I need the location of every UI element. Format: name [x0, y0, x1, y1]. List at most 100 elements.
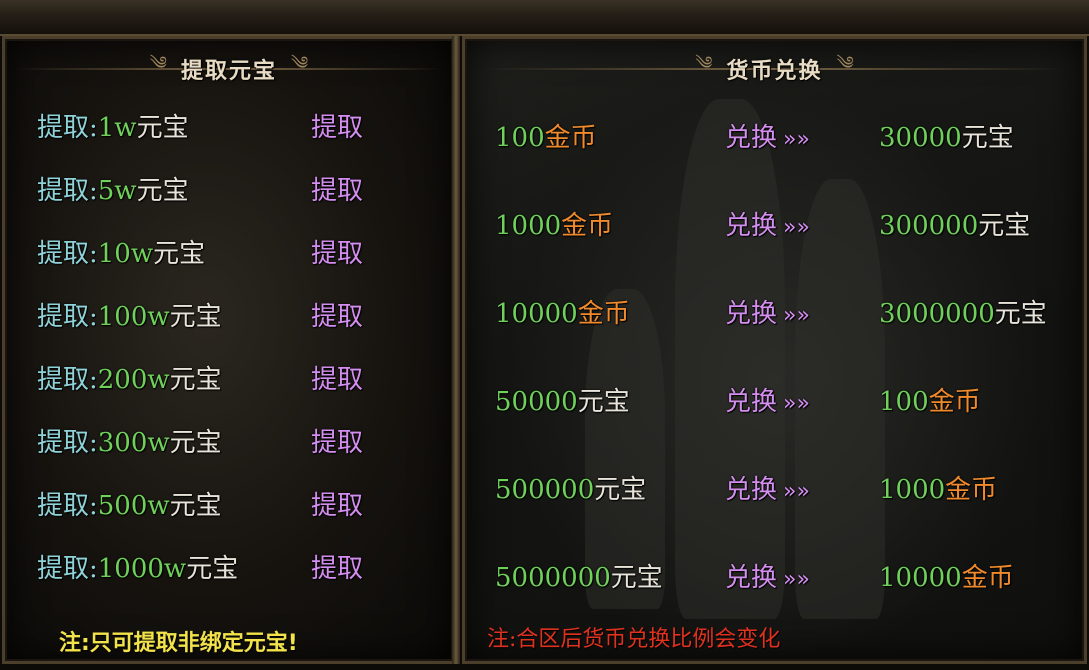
arrow-right-icon: »» — [783, 303, 810, 328]
exchange-to-unit: 金币 — [928, 387, 981, 417]
exchange-note: 注:合区后货币兑换比例会变化 — [487, 627, 781, 652]
withdraw-row: 提取:1000w元宝 提取 — [5, 548, 445, 588]
withdraw-row: 提取:100w元宝 提取 — [5, 296, 445, 336]
withdraw-amount-label: 提取:200w元宝 — [37, 359, 222, 396]
exchange-from-amount: 100 — [495, 123, 545, 153]
exchange-button[interactable]: 兑换»» — [725, 381, 810, 418]
withdraw-amount-label: 提取:300w元宝 — [37, 422, 222, 459]
withdraw-unit: 元宝 — [169, 365, 222, 395]
exchange-from-label: 100金币 — [495, 117, 597, 154]
withdraw-prefix: 提取: — [37, 113, 98, 143]
exchange-from-amount: 5000000 — [495, 563, 611, 593]
withdraw-amount: 1w — [97, 113, 137, 143]
withdraw-amount: 10w — [97, 239, 154, 269]
withdraw-prefix: 提取: — [37, 365, 98, 395]
arrow-right-icon: »» — [783, 127, 810, 152]
withdraw-amount: 5w — [97, 176, 137, 206]
withdraw-button[interactable]: 提取 — [311, 485, 363, 522]
withdraw-button[interactable]: 提取 — [311, 170, 363, 207]
exchange-button-label: 兑换 — [725, 387, 778, 417]
withdraw-row: 提取:500w元宝 提取 — [5, 485, 445, 525]
exchange-button[interactable]: 兑换»» — [725, 117, 810, 154]
ornament-right-icon: ༄ — [836, 53, 854, 74]
withdraw-unit: 元宝 — [169, 491, 222, 521]
withdraw-row: 提取:300w元宝 提取 — [5, 422, 445, 462]
withdraw-amount: 100w — [97, 302, 170, 332]
withdraw-note: 注:只可提取非绑定元宝! — [59, 631, 298, 656]
exchange-to-label: 3000000元宝 — [879, 293, 1047, 330]
withdraw-unit: 元宝 — [169, 302, 222, 332]
exchange-from-unit: 金币 — [577, 299, 630, 329]
arrow-right-icon: »» — [783, 391, 810, 416]
exchange-to-label: 10000金币 — [879, 557, 1014, 594]
exchange-to-label: 30000元宝 — [879, 117, 1014, 154]
withdraw-unit: 元宝 — [153, 239, 206, 269]
exchange-to-label: 300000元宝 — [879, 205, 1030, 242]
exchange-button[interactable]: 兑换»» — [725, 557, 810, 594]
exchange-from-label: 5000000元宝 — [495, 557, 663, 594]
exchange-from-unit: 元宝 — [594, 475, 647, 505]
arrow-right-icon: »» — [783, 215, 810, 240]
exchange-from-unit: 元宝 — [577, 387, 630, 417]
withdraw-amount-label: 提取:10w元宝 — [37, 233, 205, 270]
withdraw-panel-header: ༄ 提取元宝 ༄ — [5, 49, 453, 89]
withdraw-button[interactable]: 提取 — [311, 422, 363, 459]
withdraw-amount: 200w — [97, 365, 170, 395]
withdraw-prefix: 提取: — [37, 176, 98, 206]
exchange-to-amount: 10000 — [879, 563, 962, 593]
ornament-right-icon: ༄ — [291, 53, 309, 74]
currency-exchange-panel: ༄ 货币兑换 ༄ 100金币 兑换»» 30000元宝 1000金币 兑换»» 30000… — [462, 36, 1087, 664]
withdraw-amount: 500w — [97, 491, 170, 521]
exchange-panel-title: 货币兑换 — [726, 59, 823, 84]
exchange-from-amount: 500000 — [495, 475, 595, 505]
exchange-button[interactable]: 兑换»» — [725, 205, 810, 242]
exchange-to-label: 100金币 — [879, 381, 981, 418]
exchange-button-label: 兑换 — [725, 123, 778, 153]
withdraw-unit: 元宝 — [136, 113, 189, 143]
exchange-to-amount: 3000000 — [879, 299, 995, 329]
exchange-to-label: 1000金币 — [879, 469, 997, 506]
window-top-bar — [0, 0, 1089, 36]
exchange-from-unit: 金币 — [544, 123, 597, 153]
withdraw-amount-label: 提取:1000w元宝 — [37, 548, 238, 585]
exchange-button-label: 兑换 — [725, 211, 778, 241]
withdraw-yuanbao-panel: ༄ 提取元宝 ༄ 提取:1w元宝 提取 提取:5w元宝 提取 提取:10w元宝 提取 提取:… — [2, 36, 456, 664]
withdraw-amount: 1000w — [97, 554, 187, 584]
exchange-button[interactable]: 兑换»» — [725, 293, 810, 330]
exchange-row: 10000金币 兑换»» 3000000元宝 — [465, 293, 1075, 333]
withdraw-button[interactable]: 提取 — [311, 548, 363, 585]
exchange-to-unit: 金币 — [961, 563, 1014, 593]
withdraw-unit: 元宝 — [186, 554, 239, 584]
exchange-row: 100金币 兑换»» 30000元宝 — [465, 117, 1075, 157]
withdraw-button[interactable]: 提取 — [311, 233, 363, 270]
exchange-from-label: 1000金币 — [495, 205, 613, 242]
exchange-from-amount: 10000 — [495, 299, 578, 329]
exchange-button-label: 兑换 — [725, 299, 778, 329]
withdraw-button[interactable]: 提取 — [311, 359, 363, 396]
withdraw-row: 提取:5w元宝 提取 — [5, 170, 445, 210]
exchange-button-label: 兑换 — [725, 475, 778, 505]
exchange-button[interactable]: 兑换»» — [725, 469, 810, 506]
exchange-to-unit: 元宝 — [978, 211, 1031, 241]
withdraw-button[interactable]: 提取 — [311, 107, 363, 144]
exchange-from-unit: 金币 — [561, 211, 614, 241]
exchange-from-label: 10000金币 — [495, 293, 630, 330]
exchange-from-amount: 1000 — [495, 211, 562, 241]
withdraw-button[interactable]: 提取 — [311, 296, 363, 333]
withdraw-amount: 300w — [97, 428, 170, 458]
withdraw-amount-label: 提取:100w元宝 — [37, 296, 222, 333]
exchange-panel-header: ༄ 货币兑换 ༄ — [465, 49, 1084, 89]
withdraw-panel-title: 提取元宝 — [180, 59, 277, 84]
arrow-right-icon: »» — [783, 479, 810, 504]
withdraw-row: 提取:10w元宝 提取 — [5, 233, 445, 273]
exchange-from-unit: 元宝 — [610, 563, 663, 593]
background-rock-shape — [675, 99, 785, 619]
withdraw-amount-label: 提取:5w元宝 — [37, 170, 189, 207]
exchange-from-label: 50000元宝 — [495, 381, 630, 418]
exchange-to-amount: 1000 — [879, 475, 946, 505]
withdraw-amount-label: 提取:500w元宝 — [37, 485, 222, 522]
exchange-row: 1000金币 兑换»» 300000元宝 — [465, 205, 1075, 245]
withdraw-prefix: 提取: — [37, 428, 98, 458]
exchange-row: 500000元宝 兑换»» 1000金币 — [465, 469, 1075, 509]
withdraw-unit: 元宝 — [136, 176, 189, 206]
